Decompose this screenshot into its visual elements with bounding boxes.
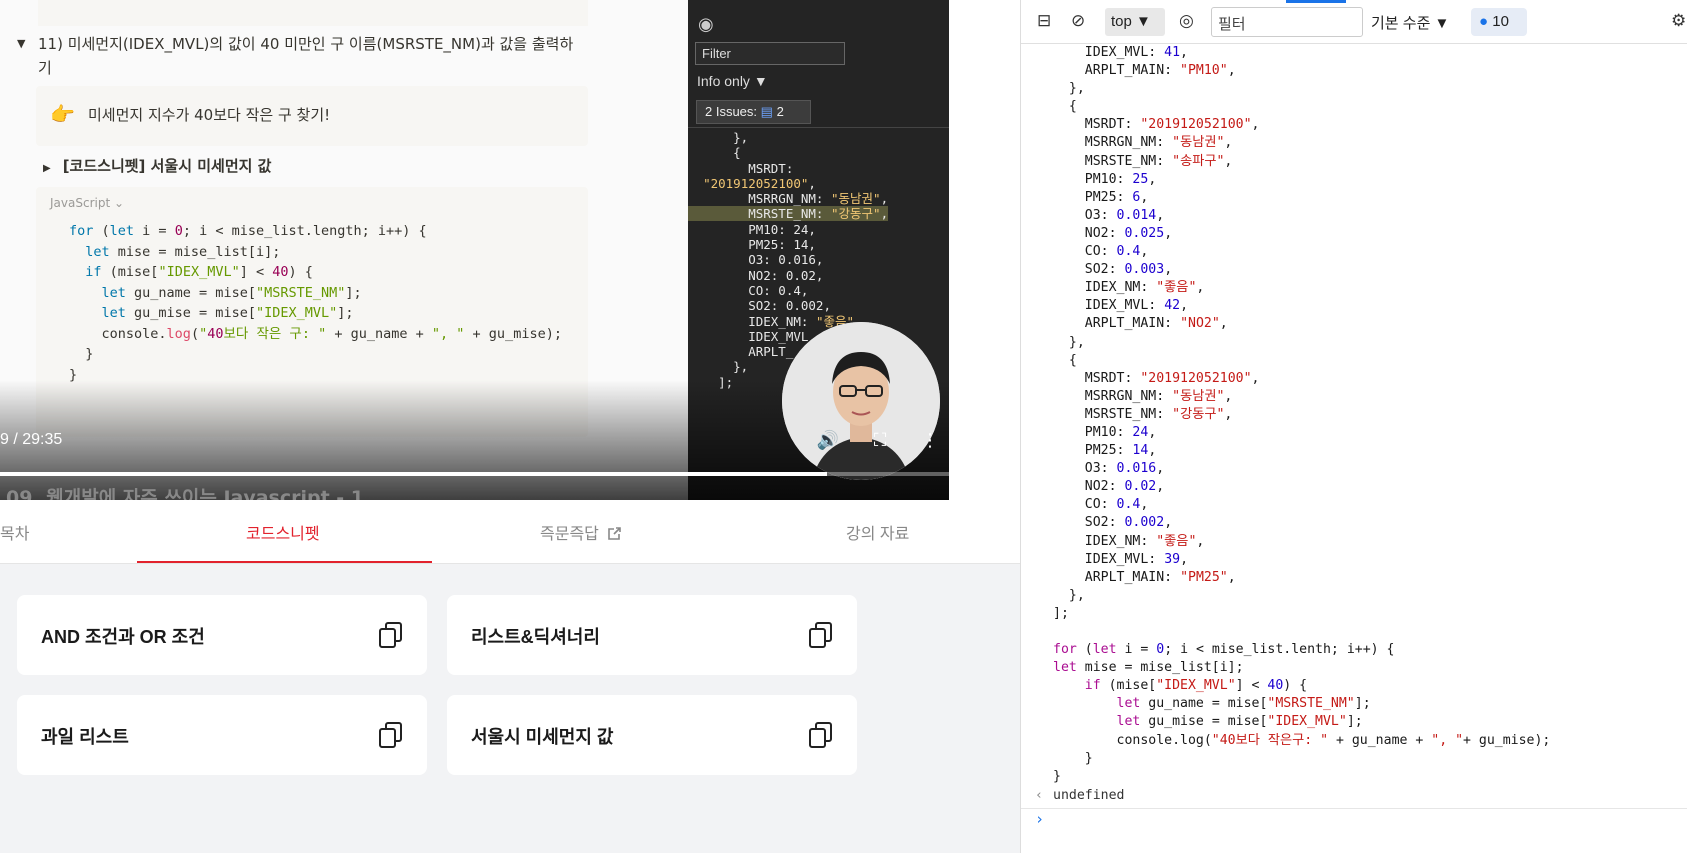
snippet-label: 리스트&딕셔너리: [471, 627, 600, 647]
tab-materials[interactable]: 강의 자료: [846, 520, 909, 544]
video-player[interactable]: ▼ 11) 미세먼지(IDEX_MVL)의 값이 40 미만인 구 이름(MSR…: [0, 0, 949, 500]
snippet-label: 과일 리스트: [41, 727, 129, 747]
callout-box: 👉 미세먼지 지수가 40보다 작은 구 찾기!: [36, 86, 588, 146]
context-selector[interactable]: top ▼: [1105, 8, 1165, 36]
snippet-toggle-label: [코드스니펫] 서울시 미세먼지 값: [62, 157, 272, 175]
question-heading[interactable]: ▼ 11) 미세먼지(IDEX_MVL)의 값이 40 미만인 구 이름(MSR…: [17, 32, 587, 80]
snippet-card[interactable]: 리스트&딕셔너리: [447, 595, 857, 675]
clear-console-icon[interactable]: ⊘: [1071, 11, 1085, 31]
sidebar-toggle-icon[interactable]: ⊟: [1037, 11, 1051, 31]
lecture-title-hidden: 09. 웹개발에 자주 쓰이는 Javascript - 1: [6, 487, 365, 500]
settings-gear-icon[interactable]: ⚙: [1671, 11, 1686, 31]
console-result-line: ‹ undefined: [1021, 787, 1687, 809]
toggle-triangle-icon[interactable]: ▶: [43, 163, 51, 174]
live-expression-eye-icon[interactable]: ◎: [1179, 11, 1194, 31]
mini-info-dropdown[interactable]: Info only ▼: [697, 73, 768, 89]
log-level-dropdown[interactable]: 기본 수준 ▼: [1371, 12, 1449, 33]
console-log-output: IDEX_MVL: 41, ARPLT_MAIN: "PM10", }, { M…: [1053, 45, 1551, 784]
snippet-card[interactable]: AND 조건과 OR 조건: [17, 595, 427, 675]
presenter-avatar: [782, 322, 940, 480]
eye-icon[interactable]: ◉: [698, 14, 720, 36]
video-time: 9 / 29:35: [0, 431, 63, 448]
console-toolbar: ⊟ ⊘ top ▼ ◎ 필터 기본 수준 ▼ ● 10 ⚙: [1021, 0, 1687, 44]
code-text: for (let i = 0; i < mise_list.length; i+…: [69, 223, 562, 383]
notebook-block-previous: [38, 0, 588, 26]
console-filter-input[interactable]: 필터: [1211, 7, 1363, 37]
message-icon: ●: [1479, 13, 1489, 30]
code-language-label[interactable]: JavaScript ⌄: [50, 196, 124, 210]
video-progress-fill: [0, 472, 827, 476]
toggle-triangle-icon[interactable]: ▼: [17, 32, 25, 56]
callout-text: 미세먼지 지수가 40보다 작은 구 찾기!: [88, 106, 331, 124]
copy-icon[interactable]: [379, 622, 403, 648]
tab-qna[interactable]: 즉문즉답: [540, 520, 622, 544]
mini-issues-button[interactable]: 2 Issues: ▤ 2: [696, 100, 811, 124]
copy-icon[interactable]: [379, 722, 403, 748]
video-progress-bar[interactable]: [0, 472, 949, 476]
tab-toc[interactable]: 목차: [0, 520, 29, 544]
message-count-badge[interactable]: ● 10: [1471, 8, 1527, 36]
copy-icon[interactable]: [809, 622, 833, 648]
devtools-console: ⊟ ⊘ top ▼ ◎ 필터 기본 수준 ▼ ● 10 ⚙ IDEX_MVL: …: [1020, 0, 1687, 853]
active-panel-indicator: [1286, 0, 1346, 3]
question-text: 11) 미세먼지(IDEX_MVL)의 값이 40 미만인 구 이름(MSRST…: [38, 35, 574, 77]
snippet-label: 서울시 미세먼지 값: [471, 727, 614, 747]
snippet-card[interactable]: 서울시 미세먼지 값: [447, 695, 857, 775]
snippet-grid: AND 조건과 OR 조건 리스트&딕셔너리 과일 리스트 서울시 미세먼지 값: [0, 564, 1020, 853]
message-icon: ▤: [760, 104, 773, 119]
lesson-tabs: 목차 코드스니펫 즉문즉답 강의 자료: [0, 500, 1020, 564]
active-tab-indicator: [137, 561, 432, 563]
result-value: undefined: [1053, 788, 1125, 803]
mini-filter-input[interactable]: Filter: [695, 42, 845, 65]
fullscreen-icon[interactable]: ⛶: [868, 430, 892, 454]
volume-icon[interactable]: 🔊: [816, 430, 840, 454]
pointing-hand-icon: 👉: [50, 102, 75, 126]
more-options-icon[interactable]: ⋮: [918, 430, 942, 454]
snippet-card[interactable]: 과일 리스트: [17, 695, 427, 775]
tab-code-snippets[interactable]: 코드스니펫: [246, 520, 320, 544]
snippet-label: AND 조건과 OR 조건: [41, 627, 205, 647]
console-prompt[interactable]: ›: [1035, 810, 1044, 828]
copy-icon[interactable]: [809, 722, 833, 748]
result-arrow-icon: ‹: [1035, 788, 1043, 803]
snippet-toggle[interactable]: ▶ [코드스니펫] 서울시 미세먼지 값: [43, 155, 271, 176]
external-link-icon: [608, 527, 622, 540]
